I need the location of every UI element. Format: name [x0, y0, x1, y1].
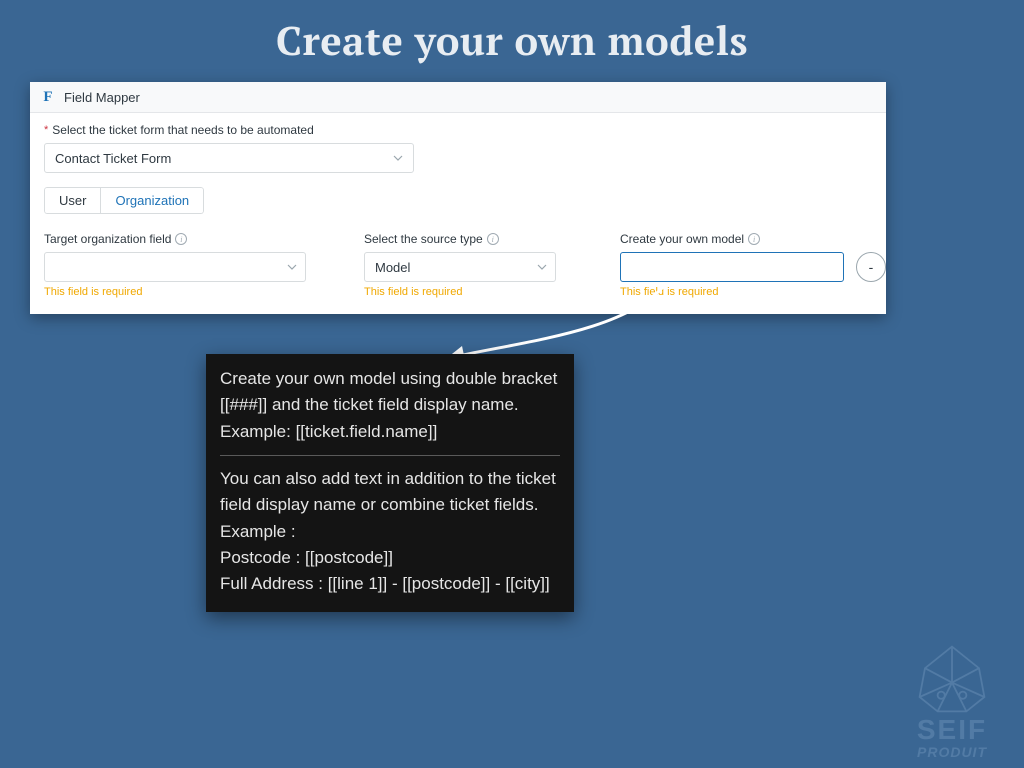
model-label: Create your own model i	[620, 232, 886, 246]
form-select-label: * Select the ticket form that needs to b…	[44, 123, 872, 137]
source-error: This field is required	[364, 286, 572, 298]
panel-title: Field Mapper	[64, 90, 140, 105]
model-column: Create your own model i - This field is …	[620, 232, 886, 298]
model-help-tooltip: Create your own model using double brack…	[206, 354, 574, 612]
info-icon[interactable]: i	[175, 233, 187, 245]
brand-watermark: SEIF PRODUIT	[892, 643, 1012, 760]
brand-logo-icon	[907, 643, 997, 715]
page-heading: Create your own models	[0, 14, 1024, 67]
target-select[interactable]	[44, 252, 306, 282]
entity-tabs: User Organization	[44, 187, 204, 214]
app-icon: F	[40, 88, 56, 106]
add-mapping-button[interactable]: -	[856, 252, 886, 282]
source-select[interactable]: Model	[364, 252, 556, 282]
info-icon[interactable]: i	[487, 233, 499, 245]
brand-line1: SEIF	[892, 717, 1012, 744]
required-star-icon: *	[44, 124, 48, 136]
source-column: Select the source type i Model This fiel…	[364, 232, 572, 298]
brand-line2: PRODUIT	[892, 744, 1012, 760]
tooltip-p2-example-line2: Full Address : [[line 1]] - [[postcode]]…	[220, 571, 560, 597]
panel-header: F Field Mapper	[30, 82, 886, 113]
info-icon[interactable]: i	[748, 233, 760, 245]
mapping-row: Target organization field i This field i…	[44, 232, 872, 298]
tooltip-p1: Create your own model using double brack…	[220, 366, 560, 419]
chevron-down-icon	[393, 155, 403, 161]
form-select-label-text: Select the ticket form that needs to be …	[52, 123, 314, 137]
target-label-text: Target organization field	[44, 232, 171, 246]
chevron-down-icon	[537, 264, 547, 270]
panel-body: * Select the ticket form that needs to b…	[30, 113, 886, 314]
chevron-down-icon	[287, 264, 297, 270]
tooltip-p2-example-line1: Postcode : [[postcode]]	[220, 545, 560, 571]
form-select-value: Contact Ticket Form	[55, 151, 171, 166]
tooltip-p2: You can also add text in addition to the…	[220, 466, 560, 519]
target-column: Target organization field i This field i…	[44, 232, 316, 298]
target-error: This field is required	[44, 286, 316, 298]
form-select[interactable]: Contact Ticket Form	[44, 143, 414, 173]
model-error: This field is required	[620, 286, 886, 298]
source-select-value: Model	[375, 260, 410, 275]
tooltip-p2-example-label: Example :	[220, 519, 560, 545]
tab-user[interactable]: User	[44, 187, 101, 214]
model-input[interactable]	[620, 252, 844, 282]
tab-organization[interactable]: Organization	[101, 187, 204, 214]
target-label: Target organization field i	[44, 232, 316, 246]
model-label-text: Create your own model	[620, 232, 744, 246]
tooltip-divider	[220, 455, 560, 456]
field-mapper-panel: F Field Mapper * Select the ticket form …	[30, 82, 886, 314]
source-label-text: Select the source type	[364, 232, 483, 246]
tooltip-p1-example: Example: [[ticket.field.name]]	[220, 419, 560, 445]
source-label: Select the source type i	[364, 232, 572, 246]
